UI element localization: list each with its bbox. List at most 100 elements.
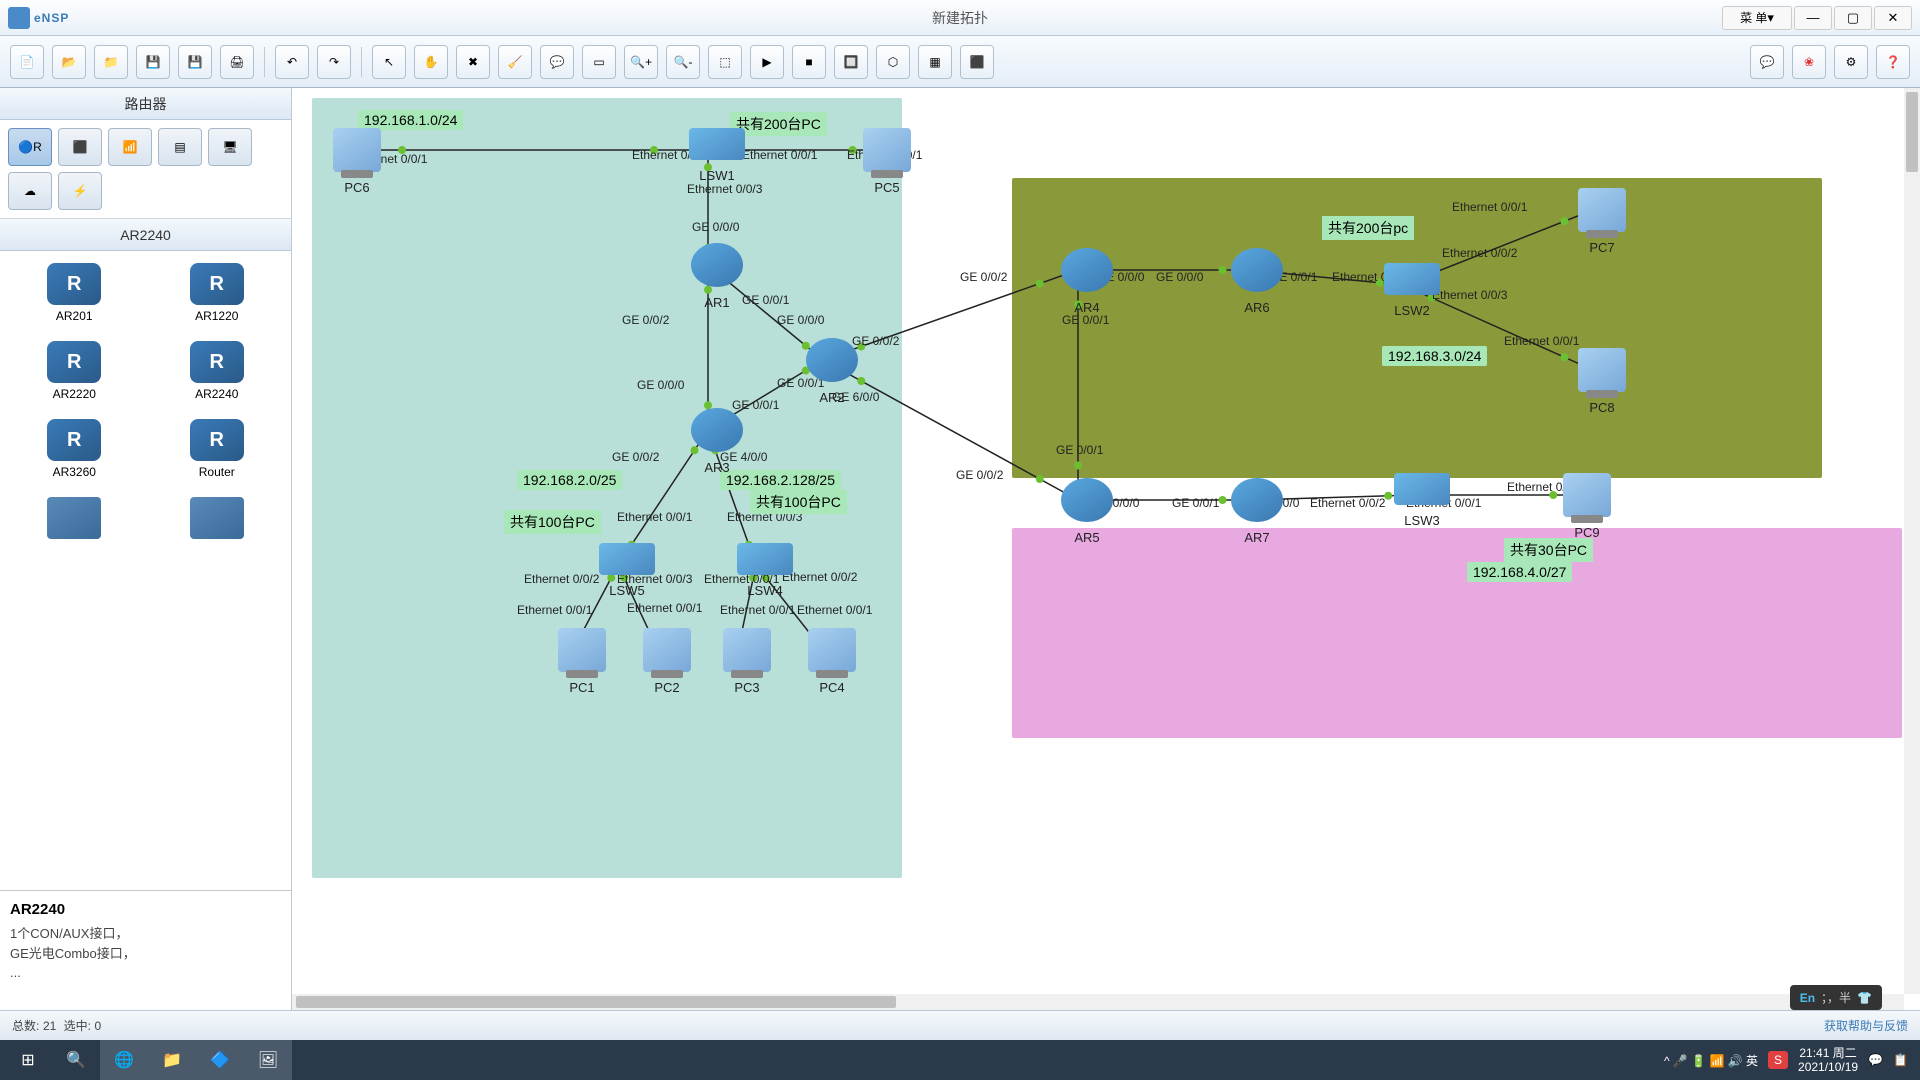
category-header: 路由器 xyxy=(0,88,291,120)
console-button[interactable]: ⬛ xyxy=(960,45,994,79)
logo-icon xyxy=(8,7,30,29)
node-pc1[interactable]: PC1 xyxy=(547,628,617,695)
huawei-button[interactable]: ❀ xyxy=(1792,45,1826,79)
grid-button[interactable]: ▦ xyxy=(918,45,952,79)
pc-icon xyxy=(1578,348,1626,392)
category-wlan[interactable]: 📶 xyxy=(108,128,152,166)
device-item[interactable]: R AR201 xyxy=(8,259,141,327)
undo-button[interactable]: ↶ xyxy=(275,45,309,79)
device-list[interactable]: R AR201 RAR1220RAR2220RAR2240RAR3260RRoute… xyxy=(0,251,291,890)
network-label: 192.168.3.0/24 xyxy=(1382,346,1487,366)
node-ar2[interactable]: AR2 xyxy=(797,338,867,405)
message-button[interactable]: 💬 xyxy=(1750,45,1784,79)
ensp-task[interactable]: 🔷 xyxy=(196,1040,244,1080)
new-file-button[interactable]: 📄 xyxy=(10,45,44,79)
device-icon: R xyxy=(47,263,101,305)
redo-button[interactable]: ↷ xyxy=(317,45,351,79)
menu-button[interactable]: 菜 单▾ xyxy=(1722,6,1792,30)
print-button[interactable]: 🖨 xyxy=(220,45,254,79)
node-pc4[interactable]: PC4 xyxy=(797,628,867,695)
router-icon xyxy=(1061,478,1113,522)
node-lsw4[interactable]: LSW4 xyxy=(730,543,800,598)
node-pc8[interactable]: PC8 xyxy=(1567,348,1637,415)
device-item[interactable]: RRouter xyxy=(151,415,284,483)
node-ar1[interactable]: AR1 xyxy=(682,243,752,310)
pan-tool[interactable]: ✋ xyxy=(414,45,448,79)
device-item[interactable] xyxy=(8,493,141,547)
node-lsw1[interactable]: LSW1 xyxy=(682,128,752,183)
minimize-button[interactable]: — xyxy=(1794,6,1832,30)
open-file-button[interactable]: 📂 xyxy=(52,45,86,79)
category-router[interactable]: 🔵R xyxy=(8,128,52,166)
device-label: AR201 xyxy=(56,309,93,323)
save-as-button[interactable]: 💾 xyxy=(178,45,212,79)
settings-button[interactable]: ⚙ xyxy=(1834,45,1868,79)
help-link[interactable]: 获取帮助与反馈 xyxy=(1824,1017,1908,1034)
category-switch[interactable]: ⬛ xyxy=(58,128,102,166)
node-pc9[interactable]: PC9 xyxy=(1552,473,1622,540)
node-lsw5[interactable]: LSW5 xyxy=(592,543,662,598)
device-item[interactable]: RAR3260 xyxy=(8,415,141,483)
node-ar7[interactable]: AR7 xyxy=(1222,478,1292,545)
node-ar4[interactable]: AR4 xyxy=(1052,248,1122,315)
notifications-icon[interactable]: 💬 xyxy=(1868,1053,1883,1067)
system-tray[interactable]: ^ 🎤 🔋 📶 🔊 英 S 21:41 周二 2021/10/19 💬 📋 xyxy=(1664,1046,1916,1075)
node-pc3[interactable]: PC3 xyxy=(712,628,782,695)
edge-task[interactable]: 🌐 xyxy=(100,1040,148,1080)
topology-canvas[interactable]: PC6 LSW1 PC5 AR1 AR2 AR3 LSW5 LSW4 PC1PC2PC3PC4 A… xyxy=(292,88,1920,1010)
topology-button[interactable]: ⬡ xyxy=(876,45,910,79)
category-cloud[interactable]: ☁ xyxy=(8,172,52,210)
device-item[interactable]: RAR2240 xyxy=(151,337,284,405)
node-lsw3[interactable]: LSW3 xyxy=(1387,473,1457,528)
open-folder-button[interactable]: 📁 xyxy=(94,45,128,79)
zoom-in-button[interactable]: 🔍+ xyxy=(624,45,658,79)
text-tool[interactable]: 💬 xyxy=(540,45,574,79)
title-bar: eNSP 新建拓扑 菜 单▾ — ▢ ✕ xyxy=(0,0,1920,36)
node-ar5[interactable]: AR5 xyxy=(1052,478,1122,545)
scrollbar-horizontal[interactable] xyxy=(292,994,1904,1010)
node-lsw2[interactable]: LSW2 xyxy=(1377,263,1447,318)
capture-button[interactable]: 🔲 xyxy=(834,45,868,79)
action-center-icon[interactable]: 📋 xyxy=(1893,1053,1908,1067)
stop-button[interactable]: ■ xyxy=(792,45,826,79)
device-item[interactable]: RAR1220 xyxy=(151,259,284,327)
device-item[interactable]: RAR2220 xyxy=(8,337,141,405)
scrollbar-vertical[interactable] xyxy=(1904,88,1920,994)
fit-button[interactable]: ⬚ xyxy=(708,45,742,79)
start-menu[interactable]: ⊞ xyxy=(4,1040,52,1080)
node-ar3[interactable]: AR3 xyxy=(682,408,752,475)
node-label: LSW1 xyxy=(699,168,734,183)
ime-badge[interactable]: S xyxy=(1768,1051,1788,1069)
save-button[interactable]: 💾 xyxy=(136,45,170,79)
zoom-out-button[interactable]: 🔍- xyxy=(666,45,700,79)
device-icon: R xyxy=(190,419,244,461)
maximize-button[interactable]: ▢ xyxy=(1834,6,1872,30)
status-bar: 总数: 21 选中: 0 获取帮助与反馈 xyxy=(0,1010,1920,1040)
model-header: AR2240 xyxy=(0,219,291,251)
info-more: ... xyxy=(10,963,281,983)
node-pc5[interactable]: PC5 xyxy=(852,128,922,195)
node-pc6[interactable]: PC6 xyxy=(322,128,392,195)
category-pc[interactable]: 🖥 xyxy=(208,128,252,166)
app-task[interactable]: 🖼 xyxy=(244,1040,292,1080)
ime-indicator[interactable]: En ；，半 👕 xyxy=(1790,985,1882,1010)
start-button[interactable]: ▶ xyxy=(750,45,784,79)
info-title: AR2240 xyxy=(10,901,281,918)
explorer-task[interactable]: 📁 xyxy=(148,1040,196,1080)
node-ar6[interactable]: AR6 xyxy=(1222,248,1292,315)
clock[interactable]: 21:41 周二 2021/10/19 xyxy=(1798,1046,1858,1075)
category-firewall[interactable]: ▤ xyxy=(158,128,202,166)
category-other[interactable]: ⚡ xyxy=(58,172,102,210)
delete-button[interactable]: ✖ xyxy=(456,45,490,79)
close-button[interactable]: ✕ xyxy=(1874,6,1912,30)
node-pc7[interactable]: PC7 xyxy=(1567,188,1637,255)
help-button[interactable]: ❓ xyxy=(1876,45,1910,79)
port-label: GE 0/0/0 xyxy=(637,378,684,392)
clear-button[interactable]: 🧹 xyxy=(498,45,532,79)
device-item[interactable] xyxy=(151,493,284,547)
search-task[interactable]: 🔍 xyxy=(52,1040,100,1080)
app-name: eNSP xyxy=(34,11,69,25)
select-tool[interactable]: ↖ xyxy=(372,45,406,79)
note-tool[interactable]: ▭ xyxy=(582,45,616,79)
node-pc2[interactable]: PC2 xyxy=(632,628,702,695)
